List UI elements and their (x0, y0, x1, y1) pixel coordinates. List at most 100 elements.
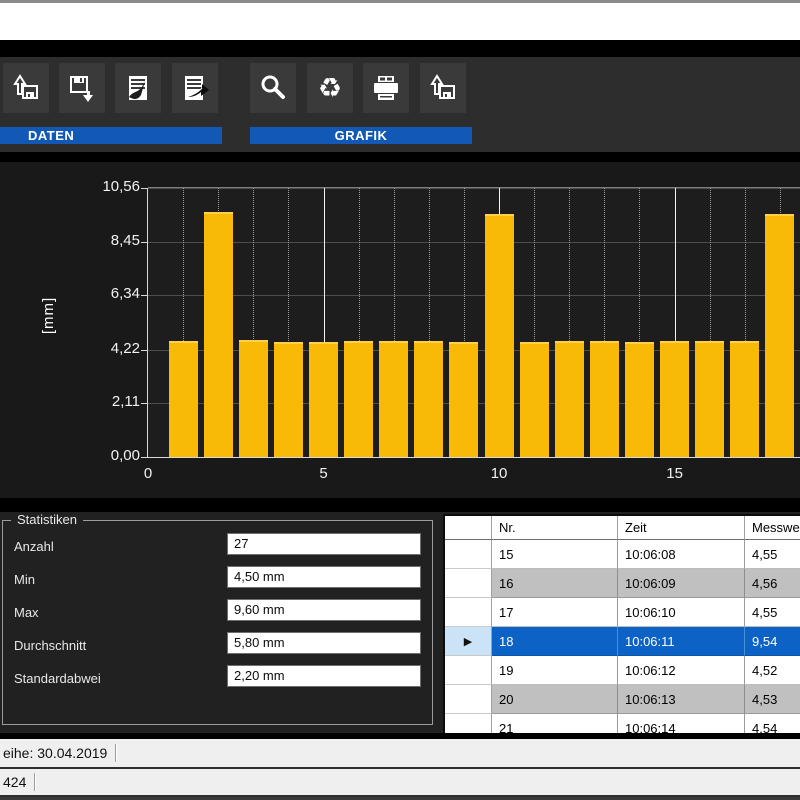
stat-label-max: Max (14, 601, 39, 625)
stat-value-max[interactable]: 9,60 mm (227, 599, 421, 621)
table-row-21[interactable]: 2110:06:144,54 (445, 714, 800, 735)
refresh-button[interactable]: ♻ (307, 63, 353, 113)
table-cell[interactable]: 9,54 (745, 627, 800, 656)
row-selector[interactable] (445, 569, 492, 598)
table-row-18[interactable]: ▶1810:06:119,54 (445, 627, 800, 656)
bar-measurement-12[interactable] (555, 341, 584, 457)
stat-label-anzahl: Anzahl (14, 535, 54, 559)
y-tick-label: 8,45 (70, 233, 140, 249)
table-cell[interactable]: 10:06:11 (618, 627, 745, 656)
table-corner-cell (445, 516, 492, 540)
stat-value-standardabwei[interactable]: 2,20 mm (227, 665, 421, 687)
row-selector-current[interactable]: ▶ (445, 627, 492, 656)
table-cell[interactable]: 4,54 (745, 714, 800, 735)
statistics-groupbox: Statistiken Anzahl27Min4,50 mmMax9,60 mm… (2, 520, 433, 725)
table-cell[interactable]: 10:06:10 (618, 598, 745, 627)
table-cell[interactable]: 10:06:08 (618, 540, 745, 569)
upload-graph-button[interactable] (420, 63, 466, 113)
table-cell[interactable]: 18 (492, 627, 618, 656)
x-axis-line (147, 457, 800, 458)
table-cell[interactable]: 15 (492, 540, 618, 569)
table-cell[interactable]: 21 (492, 714, 618, 735)
row-selector[interactable] (445, 685, 492, 714)
series-date-text: eihe: 30.04.2019 (0, 745, 107, 761)
bar-measurement-11[interactable] (520, 342, 549, 457)
floppy-down-arrow-icon (65, 71, 99, 105)
document-arrow-icon (178, 71, 212, 105)
table-cell[interactable]: 17 (492, 598, 618, 627)
table-row-17[interactable]: 1710:06:104,55 (445, 598, 800, 627)
table-row-19[interactable]: 1910:06:124,52 (445, 656, 800, 685)
zoom-button[interactable] (250, 63, 296, 113)
bar-measurement-18[interactable] (765, 214, 794, 457)
chart-plot-area: 051015 (148, 187, 800, 457)
measurement-table[interactable]: Nr.ZeitMesswert 1510:06:084,551610:06:09… (443, 514, 800, 735)
y-tick-label: 6,34 (70, 286, 140, 302)
table-cell[interactable]: 16 (492, 569, 618, 598)
column-header-zeit[interactable]: Zeit (618, 516, 745, 540)
stat-label-durchschnitt: Durchschnitt (14, 634, 86, 658)
row-selector[interactable] (445, 540, 492, 569)
print-button[interactable] (363, 63, 409, 113)
stat-value-anzahl[interactable]: 27 (227, 533, 421, 555)
table-cell[interactable]: 4,55 (745, 598, 800, 627)
bar-measurement-4[interactable] (274, 342, 303, 457)
bar-measurement-8[interactable] (414, 341, 443, 457)
bar-measurement-1[interactable] (169, 341, 198, 457)
grafik-group-label-text: GRAFIK (335, 128, 388, 143)
bottom-panel: Statistiken Anzahl27Min4,50 mmMax9,60 mm… (0, 512, 800, 733)
bar-measurement-2[interactable] (204, 212, 233, 457)
export-document-button[interactable] (115, 63, 161, 113)
load-data-button[interactable] (3, 63, 49, 113)
bar-measurement-15[interactable] (660, 341, 689, 457)
bar-measurement-7[interactable] (379, 341, 408, 457)
y-axis-title: [mm] (40, 297, 57, 334)
horizontal-gridline (148, 188, 800, 189)
title-separator-band (0, 40, 800, 57)
row-selector[interactable] (445, 714, 492, 735)
y-axis-line (147, 188, 148, 458)
bar-measurement-16[interactable] (695, 341, 724, 457)
save-data-button[interactable] (59, 63, 105, 113)
table-cell[interactable]: 4,53 (745, 685, 800, 714)
bar-measurement-10[interactable] (485, 214, 514, 457)
table-row-20[interactable]: 2010:06:134,53 (445, 685, 800, 714)
bar-measurement-5[interactable] (309, 342, 338, 457)
report-document-button[interactable] (172, 63, 218, 113)
column-header-nr[interactable]: Nr. (492, 516, 618, 540)
row-selector[interactable] (445, 598, 492, 627)
table-cell[interactable]: 10:06:14 (618, 714, 745, 735)
table-cell[interactable]: 10:06:13 (618, 685, 745, 714)
chart-panel-divider (0, 498, 800, 512)
bar-measurement-17[interactable] (730, 341, 759, 457)
stat-value-min[interactable]: 4,50 mm (227, 566, 421, 588)
bar-measurement-9[interactable] (449, 342, 478, 457)
table-cell[interactable]: 4,55 (745, 540, 800, 569)
status-separator (115, 744, 116, 762)
bar-measurement-3[interactable] (239, 340, 268, 457)
row-selector[interactable] (445, 656, 492, 685)
table-cell[interactable]: 4,56 (745, 569, 800, 598)
statistics-title: Statistiken (11, 512, 83, 527)
bar-chart: [mm] 0,002,114,226,348,4510,56 051015 (0, 162, 800, 498)
stat-label-standardabwei: Standardabwei (14, 667, 101, 691)
table-cell[interactable]: 10:06:09 (618, 569, 745, 598)
magnifier-icon (256, 71, 290, 105)
x-tick-label: 0 (144, 465, 152, 482)
bar-measurement-6[interactable] (344, 341, 373, 457)
table-cell[interactable]: 10:06:12 (618, 656, 745, 685)
bar-measurement-13[interactable] (590, 341, 619, 457)
floppy-up-arrow-icon (9, 71, 43, 105)
table-cell[interactable]: 19 (492, 656, 618, 685)
table-cell[interactable]: 20 (492, 685, 618, 714)
y-tick-label: 0,00 (70, 448, 140, 464)
stat-value-durchschnitt[interactable]: 5,80 mm (227, 632, 421, 654)
x-tick-label: 5 (319, 465, 327, 482)
table-row-15[interactable]: 1510:06:084,55 (445, 540, 800, 569)
table-cell[interactable]: 4,52 (745, 656, 800, 685)
table-row-16[interactable]: 1610:06:094,56 (445, 569, 800, 598)
floppy-up-arrow-icon (426, 71, 460, 105)
column-header-messwert[interactable]: Messwert (745, 516, 800, 540)
bar-measurement-14[interactable] (625, 342, 654, 457)
device-text: 424 (0, 774, 26, 790)
